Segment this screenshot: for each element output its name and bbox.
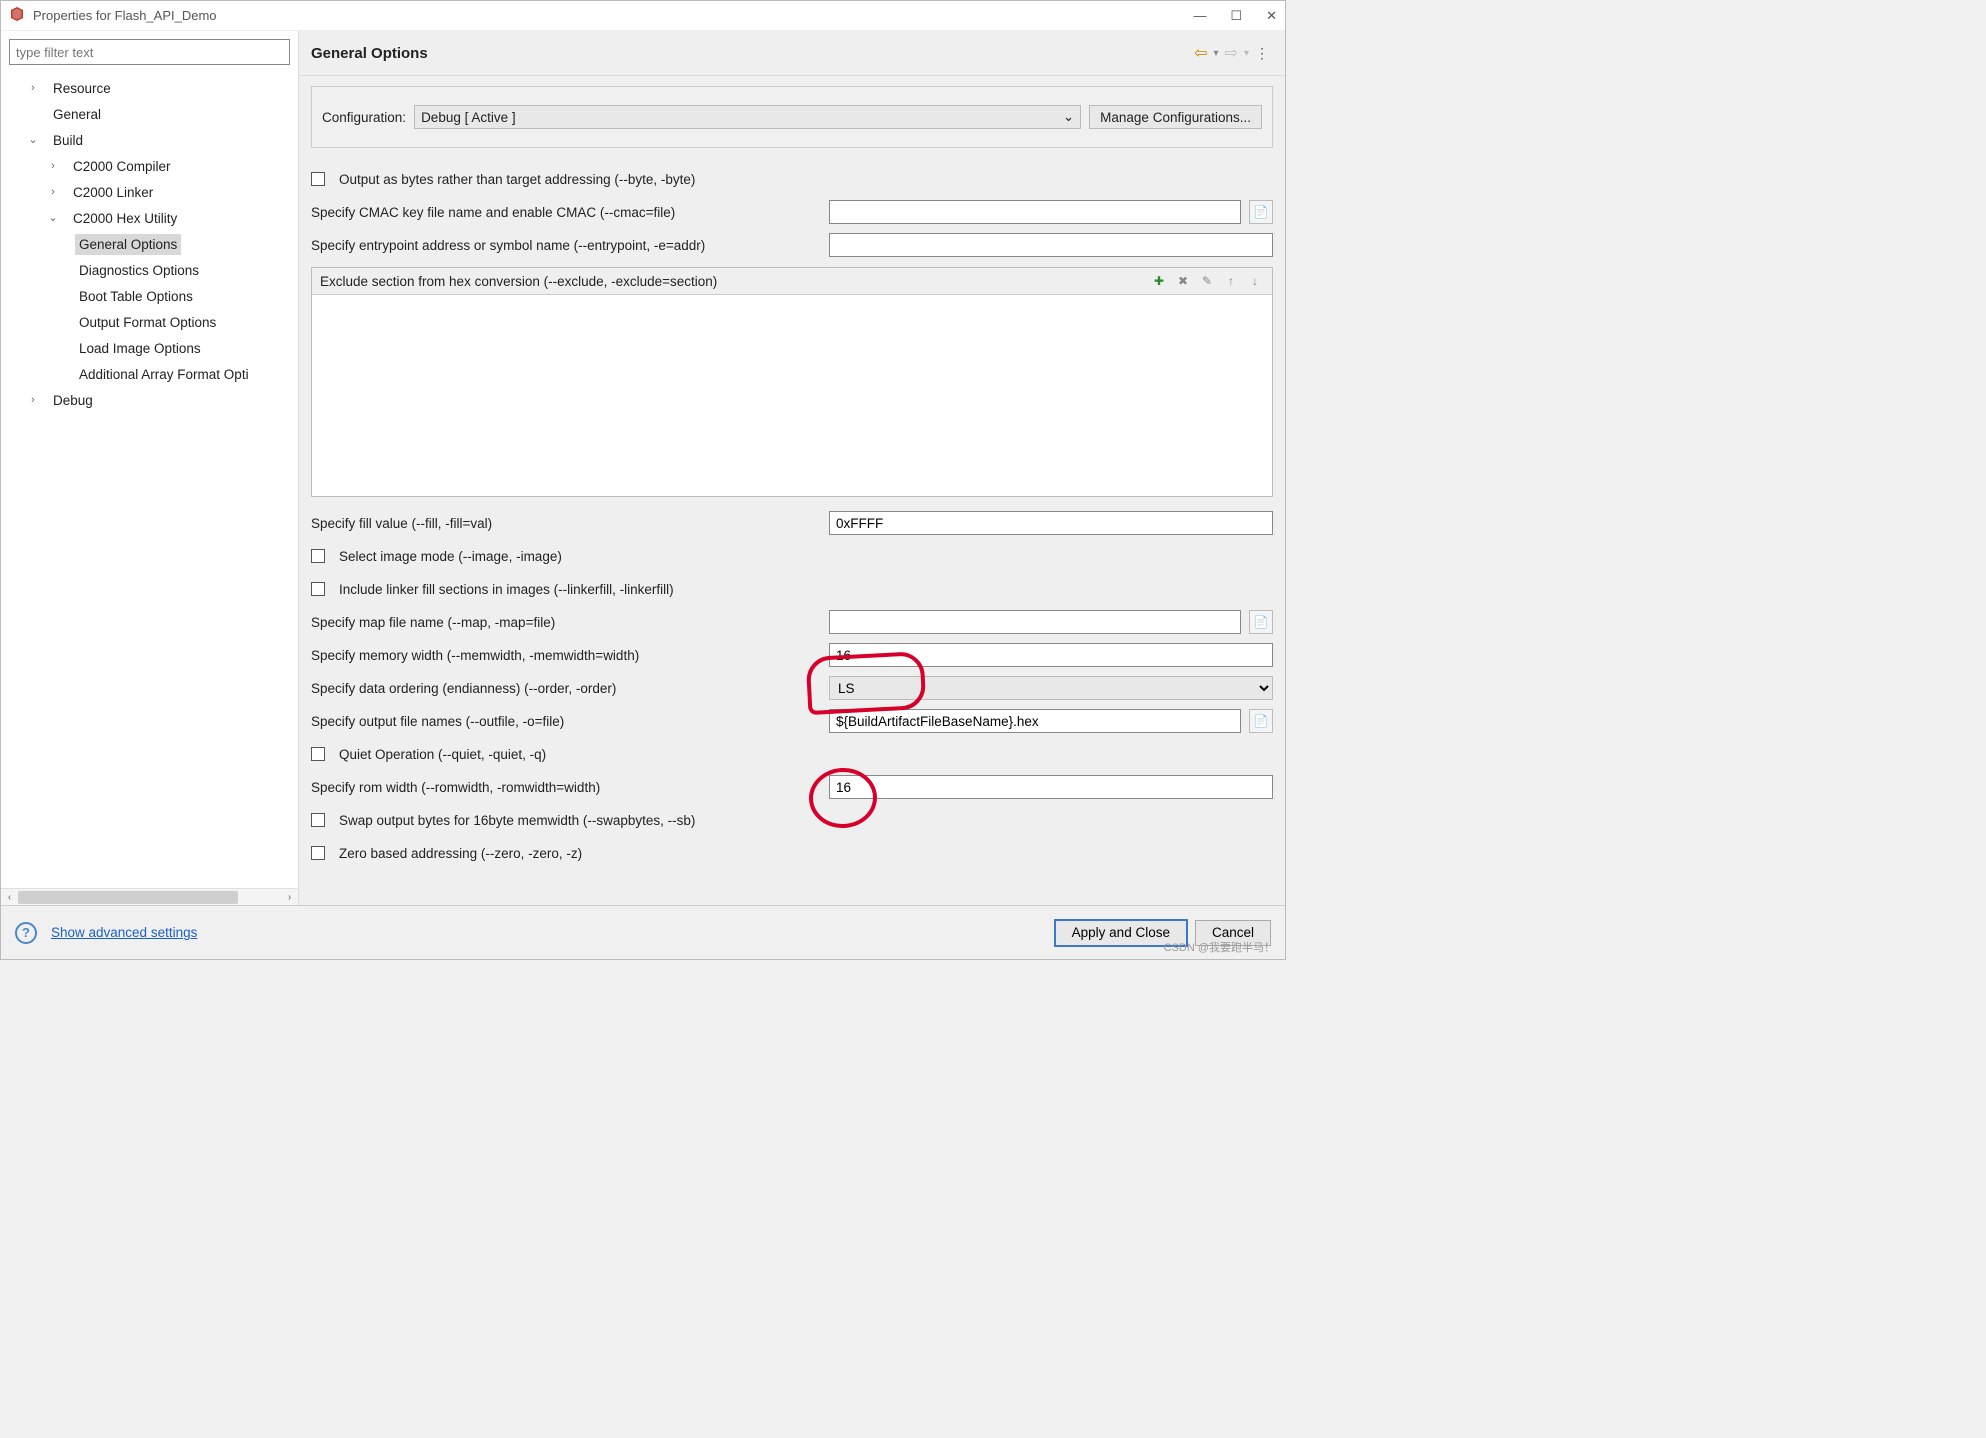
option-image[interactable]: Select image mode (--image, -image) xyxy=(311,543,1273,569)
titlebar: Properties for Flash_API_Demo ― ☐ ✕ xyxy=(1,1,1285,31)
nav-tree: ›Resource General ⌄Build ›C2000 Compiler… xyxy=(1,73,298,888)
manage-configurations-button[interactable]: Manage Configurations... xyxy=(1089,105,1262,129)
romwidth-label: Specify rom width (--romwidth, -romwidth… xyxy=(311,780,821,795)
exclude-label: Exclude section from hex conversion (--e… xyxy=(320,274,717,289)
fill-label: Specify fill value (--fill, -fill=val) xyxy=(311,516,821,531)
browse-button[interactable]: 📄 xyxy=(1249,200,1273,224)
checkbox[interactable] xyxy=(311,846,325,860)
checkbox[interactable] xyxy=(311,172,325,186)
tree-item-additional-array[interactable]: Additional Array Format Opti xyxy=(9,361,298,387)
option-byte[interactable]: Output as bytes rather than target addre… xyxy=(311,166,1273,192)
back-dropdown-icon[interactable]: ▾ xyxy=(1214,48,1219,59)
forward-dropdown-icon[interactable]: ▾ xyxy=(1244,48,1249,59)
move-up-icon[interactable]: ↑ xyxy=(1222,272,1240,290)
scroll-left-icon[interactable]: ‹ xyxy=(1,889,18,906)
option-swapbytes[interactable]: Swap output bytes for 16byte memwidth (-… xyxy=(311,807,1273,833)
outfile-input[interactable] xyxy=(829,709,1241,733)
memwidth-input[interactable] xyxy=(829,643,1273,667)
checkbox[interactable] xyxy=(311,813,325,827)
order-label: Specify data ordering (endianness) (--or… xyxy=(311,681,821,696)
watermark: CSDN @我要跑半马！ xyxy=(1164,939,1275,955)
outfile-label: Specify output file names (--outfile, -o… xyxy=(311,714,821,729)
configuration-select[interactable]: Debug [ Active ] ⌄ xyxy=(414,105,1081,129)
sidebar: ›Resource General ⌄Build ›C2000 Compiler… xyxy=(1,31,299,905)
window-title: Properties for Flash_API_Demo xyxy=(33,8,217,23)
map-label: Specify map file name (--map, -map=file) xyxy=(311,615,821,630)
help-icon[interactable]: ? xyxy=(15,922,37,944)
memwidth-label: Specify memory width (--memwidth, -memwi… xyxy=(311,648,821,663)
page-title: General Options xyxy=(311,45,428,62)
main-pane: General Options ⇦ ▾ ⇨ ▾ ⋮ Configuration:… xyxy=(299,31,1285,905)
configuration-label: Configuration: xyxy=(322,110,406,125)
option-quiet[interactable]: Quiet Operation (--quiet, -quiet, -q) xyxy=(311,741,1273,767)
scroll-thumb[interactable] xyxy=(18,891,238,904)
exclude-section-box: Exclude section from hex conversion (--e… xyxy=(311,267,1273,497)
back-arrow-icon[interactable]: ⇦ xyxy=(1194,43,1207,63)
tree-item-output-format[interactable]: Output Format Options xyxy=(9,309,298,335)
tree-item-debug[interactable]: ›Debug xyxy=(9,387,298,413)
entrypoint-input[interactable] xyxy=(829,233,1273,257)
maximize-button[interactable]: ☐ xyxy=(1230,8,1242,24)
view-menu-icon[interactable]: ⋮ xyxy=(1255,45,1269,62)
browse-button[interactable]: 📄 xyxy=(1249,709,1273,733)
browse-button[interactable]: 📄 xyxy=(1249,610,1273,634)
cmac-input[interactable] xyxy=(829,200,1241,224)
dialog-footer: ? Show advanced settings Apply and Close… xyxy=(1,905,1285,959)
tree-item-build[interactable]: ⌄Build xyxy=(9,127,298,153)
move-down-icon[interactable]: ↓ xyxy=(1246,272,1264,290)
close-button[interactable]: ✕ xyxy=(1266,8,1277,24)
option-linkerfill[interactable]: Include linker fill sections in images (… xyxy=(311,576,1273,602)
tree-item-linker[interactable]: ›C2000 Linker xyxy=(9,179,298,205)
page-header: General Options ⇦ ▾ ⇨ ▾ ⋮ xyxy=(299,31,1285,76)
checkbox[interactable] xyxy=(311,549,325,563)
exclude-list[interactable] xyxy=(312,295,1272,496)
order-select[interactable]: LS xyxy=(829,676,1273,700)
configuration-bar: Configuration: Debug [ Active ] ⌄ Manage… xyxy=(311,86,1273,148)
tree-item-general[interactable]: General xyxy=(9,101,298,127)
show-advanced-link[interactable]: Show advanced settings xyxy=(51,925,197,940)
checkbox[interactable] xyxy=(311,747,325,761)
scroll-right-icon[interactable]: › xyxy=(281,889,298,906)
configuration-value: Debug [ Active ] xyxy=(421,110,516,125)
option-zero[interactable]: Zero based addressing (--zero, -zero, -z… xyxy=(311,840,1273,866)
chevron-down-icon: ⌄ xyxy=(1063,109,1074,125)
tree-item-load-image[interactable]: Load Image Options xyxy=(9,335,298,361)
forward-arrow-icon[interactable]: ⇨ xyxy=(1225,43,1238,63)
entrypoint-label: Specify entrypoint address or symbol nam… xyxy=(311,238,821,253)
romwidth-input[interactable] xyxy=(829,775,1273,799)
add-icon[interactable]: ✚ xyxy=(1150,272,1168,290)
sidebar-scrollbar[interactable]: ‹ › xyxy=(1,888,298,905)
app-icon xyxy=(9,6,25,25)
filter-input[interactable] xyxy=(9,39,290,65)
tree-item-general-options[interactable]: General Options xyxy=(9,231,298,257)
delete-icon[interactable]: ✖ xyxy=(1174,272,1192,290)
fill-input[interactable] xyxy=(829,511,1273,535)
map-input[interactable] xyxy=(829,610,1241,634)
tree-item-compiler[interactable]: ›C2000 Compiler xyxy=(9,153,298,179)
checkbox[interactable] xyxy=(311,582,325,596)
window-controls: ― ☐ ✕ xyxy=(1193,8,1277,24)
tree-item-resource[interactable]: ›Resource xyxy=(9,75,298,101)
minimize-button[interactable]: ― xyxy=(1193,8,1206,24)
tree-item-hexutil[interactable]: ⌄C2000 Hex Utility xyxy=(9,205,298,231)
edit-icon[interactable]: ✎ xyxy=(1198,272,1216,290)
cmac-label: Specify CMAC key file name and enable CM… xyxy=(311,205,821,220)
tree-item-boot-table[interactable]: Boot Table Options xyxy=(9,283,298,309)
tree-item-diagnostics[interactable]: Diagnostics Options xyxy=(9,257,298,283)
